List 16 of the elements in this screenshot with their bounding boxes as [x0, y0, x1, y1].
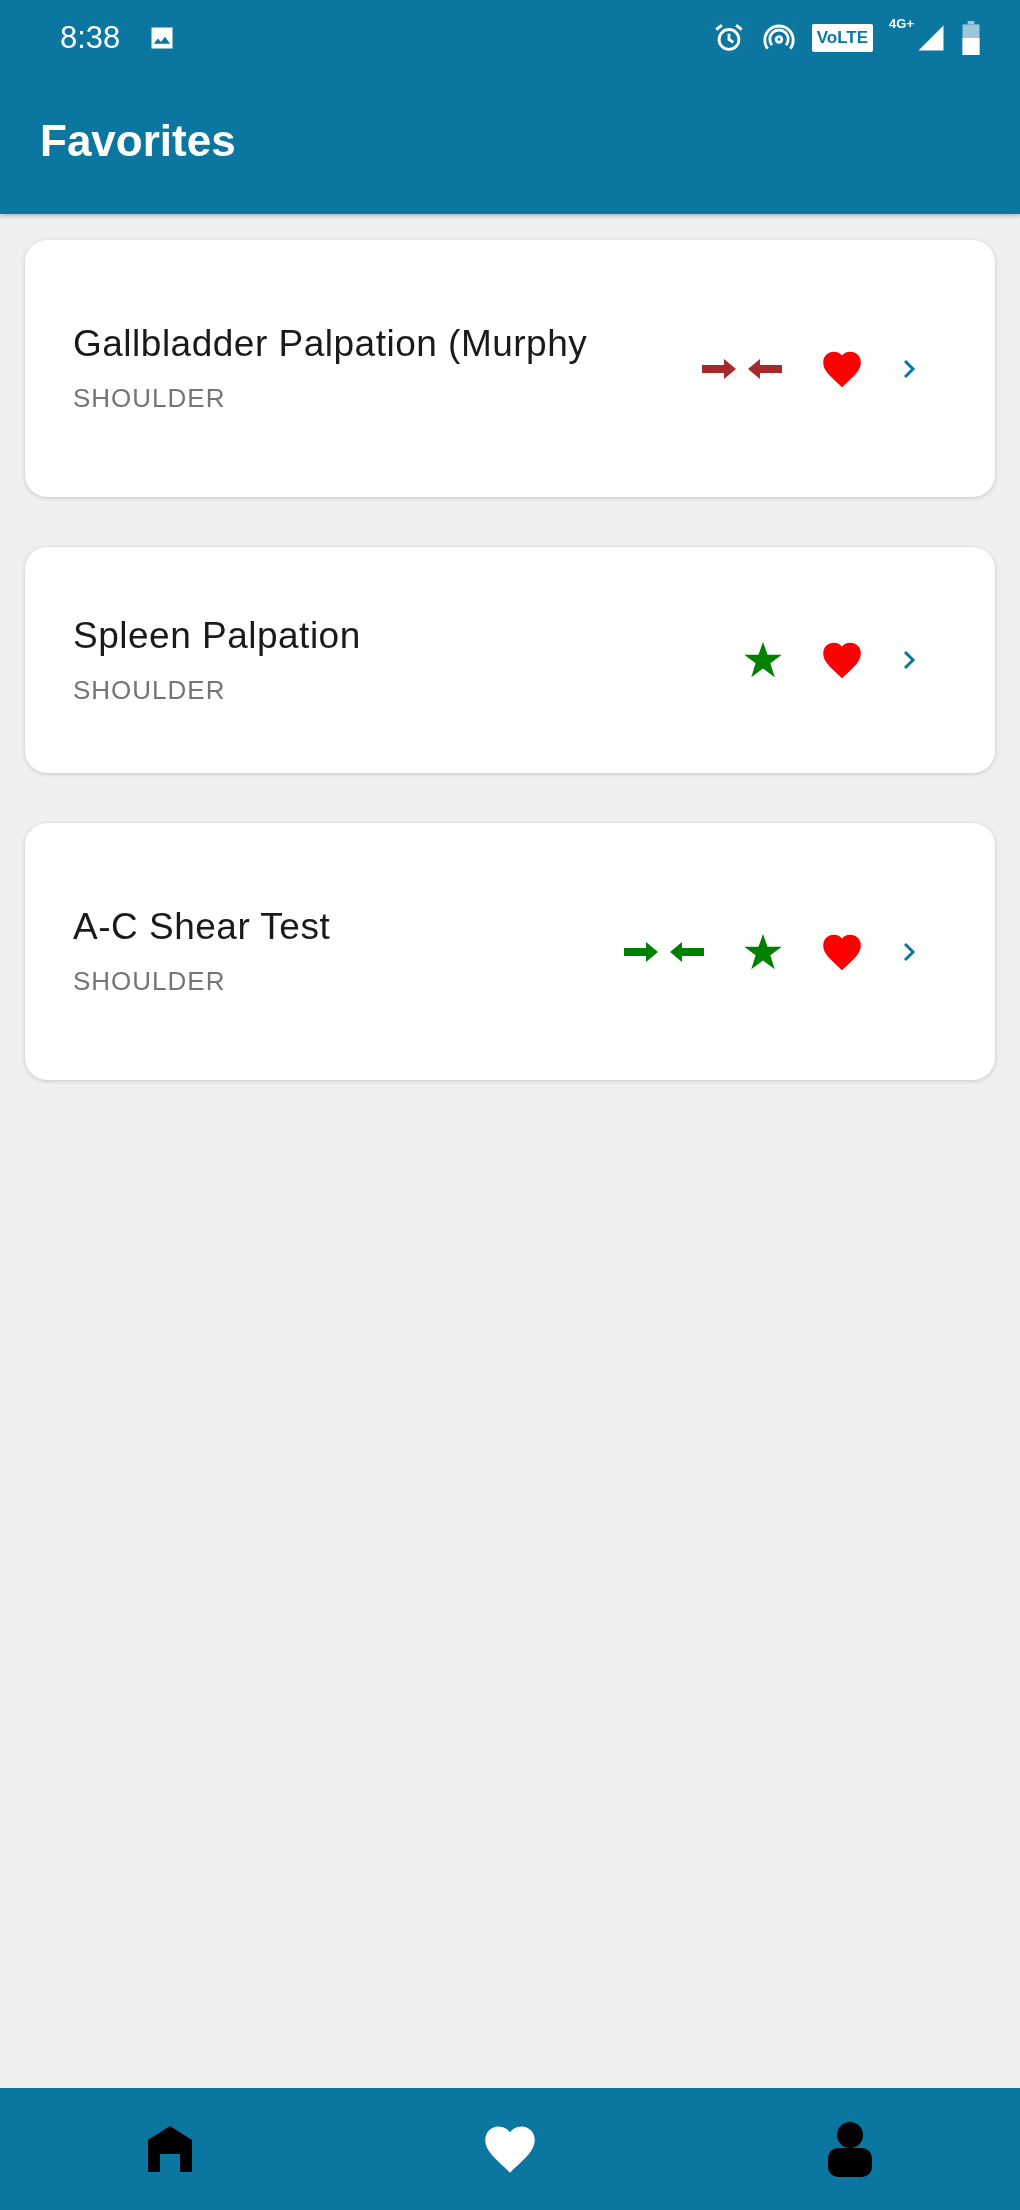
screen-title: Favorites [40, 116, 236, 166]
item-category: SHOULDER [73, 966, 227, 997]
favorite-card[interactable]: Gallbladder Palpation (Murphy SHOULDER [25, 240, 995, 497]
chevron-icon [902, 648, 916, 672]
item-title: Gallbladder Palpation (Murphy [73, 323, 589, 365]
item-title: A-C Shear Test [73, 906, 332, 948]
favorite-card[interactable]: Spleen Palpation SHOULDER [25, 547, 995, 773]
volte-badge: VoLTE [811, 24, 874, 52]
signal-icon [916, 23, 946, 53]
status-time: 8:38 [60, 20, 121, 56]
favorite-card[interactable]: A-C Shear Test SHOULDER [25, 823, 995, 1080]
item-category: SHOULDER [73, 674, 227, 706]
network-label: 4G+ [889, 16, 914, 31]
battery-icon [962, 21, 980, 55]
item-title: Spleen Palpation [73, 614, 362, 657]
item-category: SHOULDER [73, 383, 227, 414]
